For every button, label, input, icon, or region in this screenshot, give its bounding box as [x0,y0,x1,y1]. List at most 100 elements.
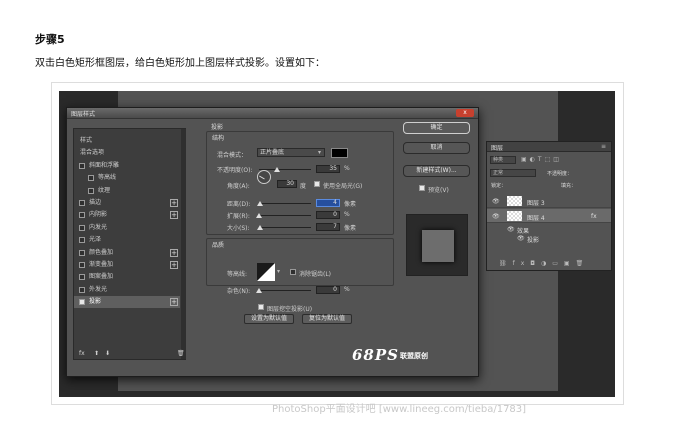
contour-chevron-icon[interactable]: ▾ [277,268,280,275]
style-checkbox[interactable] [79,249,85,256]
close-icon[interactable]: x [456,109,474,117]
eye-icon[interactable]: 👁 [492,198,500,205]
chevron-down-icon: ▾ [318,149,322,156]
effect-eye-icon[interactable]: 👁 [517,235,525,242]
layer-footer-icons[interactable]: ⛓fx◘◑▭▣🗑 [499,260,589,267]
preview-checkbox[interactable] [419,185,425,191]
style-checkbox[interactable] [79,200,85,206]
move-up-icon[interactable]: ⬆ [94,350,99,357]
layer-filter-select[interactable]: 种类 [490,156,516,164]
add-effect-icon[interactable]: + [170,261,178,269]
style-checkbox[interactable] [88,175,94,182]
style-checkbox[interactable] [88,187,94,194]
style-item[interactable]: 纹理 [74,185,180,197]
style-item[interactable]: 颜色叠加 + [74,247,180,259]
style-checkbox[interactable] [79,286,85,293]
shadow-color-swatch[interactable] [331,148,348,158]
style-checkbox[interactable] [79,274,85,281]
blend-mode-select[interactable]: 正片叠底 [257,148,325,157]
spread-slider-thumb[interactable] [256,213,262,218]
style-item[interactable]: 光泽 [74,234,180,246]
add-effect-icon[interactable]: + [170,298,178,307]
style-item[interactable]: 图案叠加 [74,271,180,283]
distance-slider[interactable] [259,203,311,204]
fx-icon[interactable]: fx [79,350,85,357]
size-slider-thumb[interactable] [257,225,264,230]
ok-button[interactable]: 确定 [403,122,470,134]
angle-input[interactable]: 30 [277,180,297,188]
fx-badge[interactable]: fx [591,213,597,220]
contour-picker[interactable] [257,263,275,281]
style-item-label: 光泽 [89,236,102,244]
blend-mode-label: 混合模式： [217,152,248,159]
add-effect-icon[interactable]: + [170,199,178,207]
distance-input[interactable]: 4 [316,199,340,207]
style-checkbox[interactable] [79,262,85,268]
style-item-label: 内阴影 [89,211,108,219]
antialias-checkbox[interactable] [290,269,296,275]
style-item[interactable]: 描边 + [74,197,180,209]
step-heading: 步骤5 [35,33,65,46]
filter-icons[interactable]: ▣◐T⬚◫ [521,156,562,163]
knockout-checkbox[interactable] [258,304,264,310]
style-checkbox[interactable] [79,212,85,219]
layers-panel-title[interactable]: 图层 [491,143,503,152]
noise-input[interactable]: 0 [316,286,340,294]
noise-slider-thumb[interactable] [256,288,262,293]
reset-default-button[interactable]: 复位为默认值 [302,314,352,324]
style-item[interactable]: 混合选项 [74,147,180,159]
preview-square [422,230,454,262]
set-default-button[interactable]: 设置为默认值 [244,314,294,324]
style-checkbox[interactable] [79,237,85,244]
style-checkbox[interactable] [79,162,85,169]
angle-dial[interactable] [257,170,271,184]
style-item-label: 斜面和浮雕 [89,161,120,169]
add-effect-icon[interactable]: + [170,211,178,220]
dialog-titlebar[interactable]: 图层样式 x [67,108,478,119]
style-item-label: 外发光 [89,285,108,293]
opacity-slider-thumb[interactable] [274,167,281,172]
panel-menu-icon[interactable]: ≡ [601,143,606,150]
style-item[interactable]: 斜面和浮雕 [74,160,180,172]
style-checkbox[interactable] [79,299,85,306]
style-item[interactable]: 投影 + [74,296,180,309]
size-slider[interactable] [259,227,311,228]
style-list-scrollbar[interactable] [181,129,186,359]
contour-label: 等高线: [227,271,248,278]
trash-icon[interactable]: 🗑 [177,350,185,357]
style-item-label: 图案叠加 [89,273,114,281]
cancel-button[interactable]: 取消 [403,142,470,154]
angle-unit: 度 [300,183,307,190]
distance-slider-thumb[interactable] [256,201,263,206]
style-item[interactable]: 外发光 [74,284,180,296]
style-item[interactable]: 等高线 [74,172,180,184]
effect-item[interactable]: 投影 [527,235,539,244]
step-description: 双击白色矩形框图层，给白色矩形加上图层样式投影。设置如下： [35,58,325,69]
size-input[interactable]: 7 [316,223,340,231]
opacity-input[interactable]: 35 [316,165,340,173]
blend-mode-select[interactable]: 正常 [490,169,536,177]
spread-slider[interactable] [259,215,311,216]
opacity-label: 不透明度： [547,171,573,177]
move-down-icon[interactable]: ⬇ [105,350,110,357]
style-item[interactable]: 内阴影 + [74,209,180,221]
style-checkbox[interactable] [79,224,85,231]
add-effect-icon[interactable]: + [170,248,178,257]
spread-unit: % [344,211,350,218]
style-item[interactable]: 样式 [74,135,180,147]
style-item[interactable]: 内发光 [74,222,180,234]
size-label: 大小(S): [227,225,250,232]
global-light-checkbox[interactable] [314,181,320,187]
new-style-button[interactable]: 新建样式(W)... [403,165,470,177]
quality-title: 品质 [212,242,225,249]
layer-row[interactable]: 👁 图层 3 [487,194,611,208]
dialog-title: 图层样式 [71,111,96,118]
spread-input[interactable]: 0 [316,211,340,219]
style-item[interactable]: 渐变叠加 + [74,259,180,271]
eye-icon[interactable]: 👁 [492,213,500,220]
noise-slider[interactable] [259,290,311,291]
layer-row-selected[interactable]: 👁 图层 4 fx [487,209,611,223]
effects-eye-icon[interactable]: 👁 [507,226,515,233]
layers-panel-titlebar: 图层 ≡ [487,142,611,152]
style-item-label: 颜色叠加 [89,248,114,256]
